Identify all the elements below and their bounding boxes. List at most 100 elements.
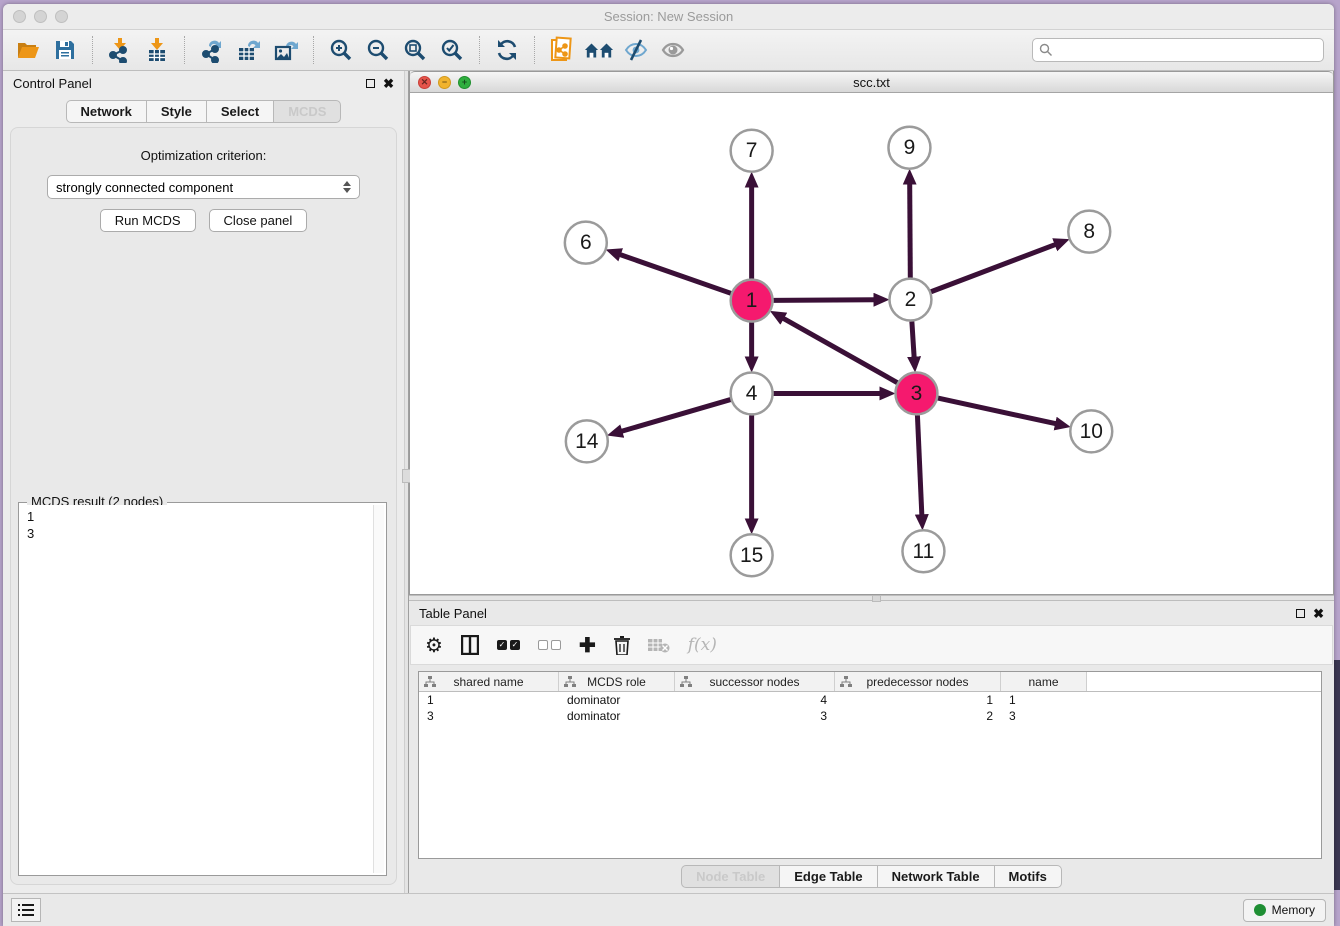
- column-header-name[interactable]: name: [1001, 672, 1087, 691]
- column-header-successor-nodes[interactable]: successor nodes: [675, 672, 835, 691]
- optimization-label: Optimization criterion:: [11, 148, 396, 163]
- open-folder-icon[interactable]: [13, 35, 43, 65]
- search-input[interactable]: [1057, 43, 1317, 57]
- tab-node-table[interactable]: Node Table: [681, 865, 779, 888]
- node-label: 11: [913, 540, 935, 563]
- right-column: ✕ − + scc.txt 7 9 6 8 1 2 4 3 14 10 15 11 Table Pan…: [409, 71, 1334, 893]
- splitter-grip[interactable]: [872, 595, 881, 602]
- tab-network-table[interactable]: Network Table: [877, 865, 994, 888]
- graph-node-8[interactable]: 8: [1068, 211, 1110, 253]
- graph-node-14[interactable]: 14: [566, 420, 608, 462]
- deselect-all-icon[interactable]: [538, 640, 561, 650]
- tab-mcds[interactable]: MCDS: [273, 100, 341, 123]
- delete-icon[interactable]: [614, 636, 630, 655]
- node-label: 6: [580, 231, 592, 254]
- column-label: predecessor nodes: [866, 675, 968, 689]
- graph-node-4[interactable]: 4: [731, 372, 773, 414]
- zoom-out-icon[interactable]: [363, 35, 393, 65]
- hide-eye-icon[interactable]: [621, 35, 651, 65]
- control-panel-tabs: NetworkStyleSelectMCDS: [3, 96, 404, 123]
- edge-1-2[interactable]: [774, 300, 876, 301]
- column-header-MCDS-role[interactable]: MCDS role: [559, 672, 675, 691]
- control-panel-title: Control Panel: [13, 76, 92, 91]
- close-panel-icon[interactable]: ✖: [383, 77, 394, 90]
- edge-3-1[interactable]: [782, 318, 897, 383]
- memory-button[interactable]: Memory: [1243, 899, 1326, 922]
- columns-icon[interactable]: [461, 635, 479, 655]
- close-panel-icon[interactable]: ✖: [1313, 607, 1324, 620]
- zoom-in-icon[interactable]: [326, 35, 356, 65]
- home-layout-icon[interactable]: [584, 35, 614, 65]
- column-label: shared name: [453, 675, 523, 689]
- tab-edge-table[interactable]: Edge Table: [779, 865, 876, 888]
- search-field[interactable]: [1032, 38, 1324, 62]
- table-row[interactable]: 1dominator411: [419, 692, 1321, 708]
- add-icon[interactable]: ✚: [579, 633, 596, 658]
- network-minimize-icon[interactable]: −: [438, 76, 451, 89]
- tab-select[interactable]: Select: [206, 100, 273, 123]
- edge-4-14[interactable]: [620, 400, 730, 432]
- network-canvas[interactable]: 7 9 6 8 1 2 4 3 14 10 15 11: [410, 93, 1333, 594]
- gear-icon[interactable]: ⚙: [425, 633, 443, 658]
- table-panel-header: Table Panel ✖: [409, 601, 1334, 625]
- node-label: 1: [746, 289, 758, 312]
- column-label: successor nodes: [709, 675, 799, 689]
- result-scrollbar[interactable]: [373, 505, 384, 873]
- tab-network[interactable]: Network: [66, 100, 146, 123]
- network-maximize-icon[interactable]: +: [458, 76, 471, 89]
- refresh-icon[interactable]: [492, 35, 522, 65]
- node-label: 9: [904, 136, 916, 159]
- edge-2-9[interactable]: [910, 183, 911, 278]
- edge-1-6[interactable]: [619, 254, 731, 293]
- show-eye-icon[interactable]: [658, 35, 688, 65]
- table-cell: 1: [835, 692, 1001, 708]
- graph-node-15[interactable]: 15: [731, 534, 773, 576]
- graph-node-7[interactable]: 7: [731, 130, 773, 172]
- run-mcds-button[interactable]: Run MCDS: [100, 209, 196, 232]
- edge-2-3[interactable]: [912, 321, 914, 358]
- function-icon[interactable]: f(x): [688, 635, 717, 655]
- export-network-icon[interactable]: [197, 35, 227, 65]
- zoom-selected-icon[interactable]: [437, 35, 467, 65]
- graph-node-2[interactable]: 2: [889, 279, 931, 321]
- float-panel-icon[interactable]: [366, 79, 375, 88]
- status-bar: Memory: [3, 893, 1334, 926]
- tab-motifs[interactable]: Motifs: [994, 865, 1062, 888]
- edge-3-10[interactable]: [938, 398, 1057, 424]
- import-network-icon[interactable]: [105, 35, 135, 65]
- table-row[interactable]: 3dominator323: [419, 708, 1321, 724]
- network-close-icon[interactable]: ✕: [418, 76, 431, 89]
- table-panel-title: Table Panel: [419, 606, 487, 621]
- export-image-icon[interactable]: [271, 35, 301, 65]
- float-panel-icon[interactable]: [1296, 609, 1305, 618]
- toolbar-separator: [479, 36, 480, 64]
- app-titlebar: Session: New Session: [3, 4, 1334, 30]
- task-history-button[interactable]: [11, 898, 41, 922]
- network-file-icon[interactable]: [547, 35, 577, 65]
- column-header-predecessor-nodes[interactable]: predecessor nodes: [835, 672, 1001, 691]
- graph-node-9[interactable]: 9: [888, 127, 930, 169]
- vertical-splitter[interactable]: [404, 71, 409, 893]
- table-cell: 3: [419, 708, 559, 724]
- edge-3-11[interactable]: [917, 415, 921, 516]
- import-table-icon[interactable]: [142, 35, 172, 65]
- export-table-icon[interactable]: [234, 35, 264, 65]
- graph-node-3[interactable]: 3: [895, 372, 937, 414]
- close-panel-button[interactable]: Close panel: [209, 209, 308, 232]
- graph-node-1[interactable]: 1: [731, 280, 773, 322]
- edge-2-8[interactable]: [931, 244, 1057, 292]
- save-icon[interactable]: [50, 35, 80, 65]
- mcds-result-list[interactable]: 13: [21, 505, 384, 873]
- horizontal-splitter[interactable]: [409, 595, 1334, 601]
- delete-table-icon[interactable]: [648, 637, 670, 653]
- column-header-shared-name[interactable]: shared name: [419, 672, 559, 691]
- toolbar-separator: [313, 36, 314, 64]
- select-all-icon[interactable]: ✓✓: [497, 640, 520, 650]
- zoom-fit-icon[interactable]: [400, 35, 430, 65]
- graph-node-10[interactable]: 10: [1070, 410, 1112, 452]
- graph-node-6[interactable]: 6: [565, 222, 607, 264]
- optimization-dropdown[interactable]: strongly connected component: [47, 175, 360, 199]
- graph-node-11[interactable]: 11: [902, 530, 944, 572]
- tab-style[interactable]: Style: [146, 100, 206, 123]
- network-window-titlebar: ✕ − + scc.txt: [410, 71, 1333, 93]
